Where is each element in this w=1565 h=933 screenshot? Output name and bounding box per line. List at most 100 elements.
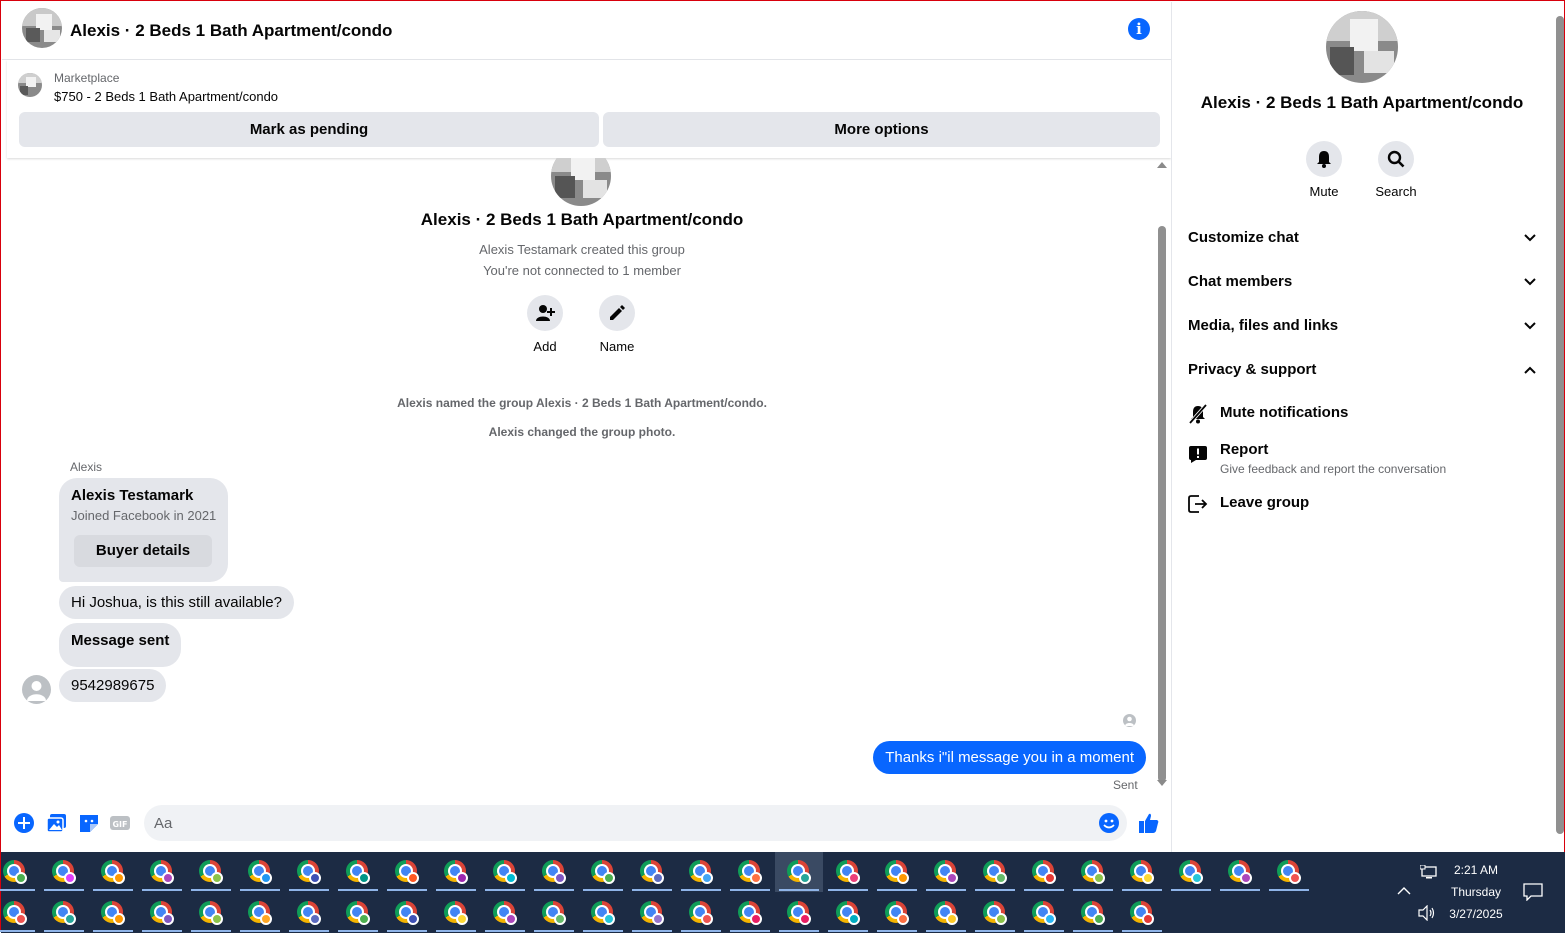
taskbar-chrome-window[interactable] — [1118, 893, 1166, 933]
taskbar-chrome-window[interactable] — [530, 893, 578, 933]
taskbar-chrome-window[interactable] — [40, 893, 88, 933]
taskbar-chrome-window[interactable] — [334, 893, 382, 933]
taskbar-chrome-window[interactable] — [481, 852, 529, 892]
network-icon[interactable] — [1420, 865, 1438, 881]
thread-scrollbar[interactable] — [1155, 160, 1169, 794]
taskbar-chrome-window[interactable] — [285, 893, 333, 933]
section-media-files-links[interactable]: Media, files and links — [1188, 308, 1538, 344]
taskbar-chrome-window[interactable] — [1118, 852, 1166, 892]
section-customize-chat[interactable]: Customize chat — [1188, 220, 1538, 256]
taskbar-chrome-window[interactable] — [481, 893, 529, 933]
buyer-details-button[interactable]: Buyer details — [74, 535, 212, 567]
taskbar-chrome-window[interactable] — [0, 852, 39, 892]
clock-time[interactable]: 2:21 AM — [1441, 863, 1511, 877]
taskbar-chrome-window[interactable] — [187, 852, 235, 892]
scrollbar-thumb[interactable] — [1556, 16, 1564, 834]
taskbar-chrome-window[interactable] — [971, 893, 1019, 933]
taskbar-chrome-window[interactable] — [775, 852, 823, 892]
details-scrollbar[interactable] — [1555, 2, 1565, 852]
taskbar-chrome-window[interactable] — [579, 893, 627, 933]
running-indicator — [1171, 889, 1211, 891]
taskbar-chrome-window[interactable] — [530, 852, 578, 892]
notifications-icon[interactable] — [1523, 883, 1543, 901]
chat-title[interactable]: Alexis · 2 Beds 1 Bath Apartment/condo — [70, 21, 392, 41]
taskbar-chrome-window[interactable] — [775, 893, 823, 933]
taskbar-chrome-window[interactable] — [579, 852, 627, 892]
clock-date[interactable]: 3/27/2025 — [1441, 907, 1511, 921]
taskbar-chrome-window[interactable] — [334, 852, 382, 892]
taskbar-chrome-window[interactable] — [138, 852, 186, 892]
taskbar-chrome-window[interactable] — [432, 852, 480, 892]
taskbar-chrome-window[interactable] — [873, 893, 921, 933]
sender-avatar[interactable] — [22, 675, 51, 704]
taskbar-chrome-window[interactable] — [383, 893, 431, 933]
taskbar-chrome-window[interactable] — [236, 852, 284, 892]
scroll-down-arrow-icon[interactable] — [1157, 780, 1167, 786]
taskbar-chrome-window[interactable] — [971, 852, 1019, 892]
search-button[interactable]: Search — [1366, 141, 1426, 199]
plus-circle-icon[interactable] — [13, 812, 35, 834]
message-bubble[interactable]: Message sent — [59, 623, 182, 667]
taskbar-chrome-window[interactable] — [236, 893, 284, 933]
details-group-photo[interactable] — [1326, 11, 1398, 83]
profile-badge-icon — [505, 913, 517, 925]
taskbar-chrome-window[interactable] — [1167, 852, 1215, 892]
taskbar-chrome-window[interactable] — [628, 893, 676, 933]
taskbar-chrome-window[interactable] — [1069, 852, 1117, 892]
mark-pending-button[interactable]: Mark as pending — [19, 112, 599, 147]
volume-icon[interactable] — [1418, 905, 1436, 921]
chat-header: Alexis · 2 Beds 1 Bath Apartment/condo i — [2, 2, 1171, 60]
taskbar-chrome-window[interactable] — [922, 852, 970, 892]
taskbar-chrome-window[interactable] — [432, 893, 480, 933]
taskbar-chrome-window[interactable] — [89, 893, 137, 933]
scrollbar-thumb[interactable] — [1158, 226, 1166, 782]
listing-thumbnail[interactable] — [18, 73, 42, 97]
rename-group-button[interactable]: Name — [587, 295, 647, 354]
more-options-button[interactable]: More options — [603, 112, 1160, 147]
outgoing-message-bubble[interactable]: Thanks i"il message you in a moment — [873, 741, 1146, 774]
add-member-button[interactable]: Add — [515, 295, 575, 354]
message-bubble[interactable]: 9542989675 — [59, 669, 167, 702]
group-avatar[interactable] — [22, 8, 62, 48]
message-bubble[interactable]: Hi Joshua, is this still available? — [59, 586, 294, 619]
taskbar-chrome-window[interactable] — [40, 852, 88, 892]
thumbs-up-icon[interactable] — [1138, 812, 1160, 834]
taskbar-chrome-window[interactable] — [1020, 852, 1068, 892]
clock-day[interactable]: Thursday — [1441, 885, 1511, 899]
leave-group-item[interactable]: Leave group — [1188, 494, 1538, 518]
taskbar-chrome-window[interactable] — [285, 852, 333, 892]
taskbar-chrome-window[interactable] — [1069, 893, 1117, 933]
taskbar-chrome-window[interactable] — [383, 852, 431, 892]
taskbar-chrome-window[interactable] — [726, 852, 774, 892]
photo-icon[interactable] — [46, 812, 68, 834]
section-privacy-support[interactable]: Privacy & support — [1188, 352, 1538, 388]
message-input[interactable] — [144, 805, 1127, 841]
taskbar-chrome-window[interactable] — [726, 893, 774, 933]
mute-button[interactable]: Mute — [1294, 141, 1354, 199]
taskbar-chrome-window[interactable] — [873, 852, 921, 892]
taskbar-chrome-window[interactable] — [1216, 852, 1264, 892]
taskbar-chrome-window[interactable] — [187, 893, 235, 933]
taskbar-chrome-window[interactable] — [677, 852, 725, 892]
show-hidden-icons-chevron-up-icon[interactable] — [1397, 886, 1411, 896]
taskbar-chrome-window[interactable] — [1020, 893, 1068, 933]
taskbar-chrome-window[interactable] — [677, 893, 725, 933]
taskbar-chrome-window[interactable] — [138, 893, 186, 933]
section-chat-members[interactable]: Chat members — [1188, 264, 1538, 300]
emoji-icon[interactable] — [1098, 812, 1120, 834]
composer-bar: GIF — [2, 798, 1171, 852]
taskbar-chrome-window[interactable] — [922, 893, 970, 933]
info-icon[interactable]: i — [1128, 18, 1150, 40]
listing-title[interactable]: $750 - 2 Beds 1 Bath Apartment/condo — [54, 89, 278, 104]
gif-icon[interactable]: GIF — [109, 812, 131, 834]
taskbar-chrome-window[interactable] — [824, 852, 872, 892]
mute-notifications-item[interactable]: Mute notifications — [1188, 404, 1538, 428]
taskbar-chrome-window[interactable] — [1265, 852, 1313, 892]
sticker-icon[interactable] — [78, 812, 100, 834]
taskbar-chrome-window[interactable] — [628, 852, 676, 892]
report-item[interactable]: Report Give feedback and report the conv… — [1188, 441, 1538, 481]
taskbar-chrome-window[interactable] — [824, 893, 872, 933]
scroll-up-arrow-icon[interactable] — [1157, 162, 1167, 168]
taskbar-chrome-window[interactable] — [0, 893, 39, 933]
taskbar-chrome-window[interactable] — [89, 852, 137, 892]
